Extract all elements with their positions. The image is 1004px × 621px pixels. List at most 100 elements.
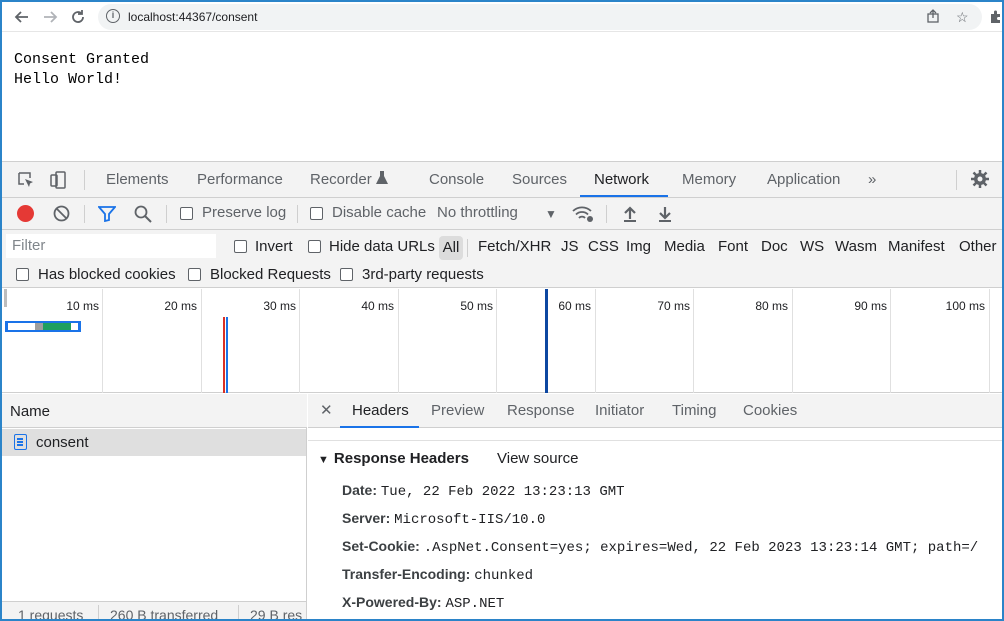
request-details: ✕ Headers Preview Response Initiator Tim… (308, 394, 1002, 619)
hide-data-urls-label: Hide data URLs (329, 238, 435, 255)
tick-label: 50 ms (460, 299, 493, 313)
tab-headers[interactable]: Headers (352, 402, 409, 419)
blocked-requests-checkbox[interactable] (188, 268, 201, 281)
tab-cookies[interactable]: Cookies (743, 402, 797, 419)
response-headers-section[interactable]: ▼ Response Headers (318, 450, 469, 467)
tab-initiator[interactable]: Initiator (595, 402, 644, 419)
grid-line (496, 289, 497, 393)
grid-line (398, 289, 399, 393)
header-value: Tue, 22 Feb 2022 13:23:13 GMT (380, 484, 625, 500)
header-row: Server: Microsoft-IIS/10.0 (342, 510, 545, 528)
request-bar (5, 321, 81, 332)
address-bar[interactable]: i localhost:44367/consent ☆ (98, 4, 982, 30)
tab-response[interactable]: Response (507, 402, 575, 419)
tick-label: 60 ms (558, 299, 591, 313)
chevron-down-icon[interactable]: ▼ (545, 207, 557, 221)
inspect-element-icon[interactable] (16, 170, 36, 190)
filter-type-ws[interactable]: WS (800, 238, 824, 255)
header-name: Server: (342, 510, 391, 526)
tick-label: 20 ms (164, 299, 197, 313)
filter-type-other[interactable]: Other (959, 238, 997, 255)
third-party-checkbox[interactable] (340, 268, 353, 281)
reload-icon[interactable] (68, 7, 88, 27)
tab-sources[interactable]: Sources (512, 171, 567, 188)
import-har-upload-icon[interactable] (623, 205, 637, 228)
tick-label: 100 ms (945, 299, 985, 313)
devtools-panel: Elements Performance Recorder Console So… (2, 161, 1002, 621)
divider (606, 205, 607, 223)
filter-type-wasm[interactable]: Wasm (835, 238, 877, 255)
divider (84, 170, 85, 190)
filter-type-all[interactable]: All (439, 236, 463, 260)
extensions-puzzle-icon[interactable] (986, 7, 1002, 27)
filter-input[interactable]: Filter (6, 234, 216, 258)
search-icon[interactable] (134, 205, 152, 228)
name-column-header[interactable]: Name (2, 394, 307, 428)
tab-console[interactable]: Console (429, 171, 484, 188)
timeline-cursor[interactable] (545, 289, 548, 393)
filter-type-css[interactable]: CSS (588, 238, 619, 255)
filter-type-img[interactable]: Img (626, 238, 651, 255)
clear-icon[interactable] (53, 205, 70, 227)
request-count: 1 requests (18, 607, 84, 621)
record-icon[interactable] (17, 205, 34, 222)
grid-line (890, 289, 891, 393)
request-list: Name consent 1 requests 260 B transferre… (2, 394, 307, 621)
view-source-link[interactable]: View source (497, 450, 578, 467)
throttling-select[interactable]: No throttling (437, 204, 518, 221)
info-icon[interactable]: i (106, 9, 120, 23)
load-event-line (223, 317, 225, 393)
header-name: Set-Cookie: (342, 538, 420, 554)
triangle-down-icon: ▼ (318, 454, 329, 466)
hide-data-urls-checkbox[interactable] (308, 240, 321, 253)
divider (956, 170, 957, 190)
filter-type-js[interactable]: JS (561, 238, 579, 255)
device-toolbar-icon[interactable] (48, 170, 68, 190)
network-overview-timeline[interactable]: 10 ms 20 ms 30 ms 40 ms 50 ms 60 ms 70 m… (2, 289, 1002, 393)
filter-type-doc[interactable]: Doc (761, 238, 788, 255)
tab-elements[interactable]: Elements (106, 171, 169, 188)
overview-handle[interactable] (4, 289, 7, 307)
invert-checkbox[interactable] (234, 240, 247, 253)
filter-funnel-icon[interactable] (97, 206, 117, 227)
filter-type-font[interactable]: Font (718, 238, 748, 255)
tab-recorder[interactable]: Recorder (310, 171, 372, 188)
tick-label: 70 ms (657, 299, 690, 313)
tab-preview[interactable]: Preview (431, 402, 484, 419)
settings-gear-icon[interactable] (970, 169, 990, 189)
filter-type-media[interactable]: Media (664, 238, 705, 255)
name-column-label: Name (10, 403, 51, 420)
blocked-requests-label: Blocked Requests (210, 266, 331, 283)
back-arrow-icon[interactable] (12, 7, 32, 27)
has-blocked-cookies-checkbox[interactable] (16, 268, 29, 281)
tab-network[interactable]: Network (594, 171, 649, 188)
screenshot-frame: i localhost:44367/consent ☆ Consent Gran… (0, 0, 1004, 621)
export-har-download-icon[interactable] (658, 205, 672, 228)
tab-memory[interactable]: Memory (682, 171, 736, 188)
filter-type-fetch-xhr[interactable]: Fetch/XHR (478, 238, 551, 255)
tab-timing[interactable]: Timing (672, 402, 716, 419)
grid-line (299, 289, 300, 393)
bookmark-star-icon[interactable]: ☆ (956, 9, 969, 26)
share-icon[interactable] (926, 9, 940, 26)
invert-label: Invert (255, 238, 293, 255)
devtools-tab-bar: Elements Performance Recorder Console So… (2, 162, 1002, 198)
filter-bar: Filter Invert Hide data URLs All Fetch/X… (2, 230, 1002, 288)
close-icon[interactable]: ✕ (320, 401, 333, 419)
filter-type-manifest[interactable]: Manifest (888, 238, 945, 255)
preserve-log-checkbox[interactable] (180, 207, 193, 220)
disable-cache-checkbox[interactable] (310, 207, 323, 220)
url-text: localhost:44367/consent (128, 10, 258, 24)
flask-icon (376, 171, 388, 189)
header-name: Transfer-Encoding: (342, 566, 471, 582)
divider (297, 205, 298, 223)
tab-performance[interactable]: Performance (197, 171, 283, 188)
status-bar: 1 requests 260 B transferred 29 B res (2, 601, 306, 621)
forward-arrow-icon[interactable] (40, 7, 60, 27)
response-headers-title: Response Headers (333, 450, 469, 467)
network-conditions-wifi-icon[interactable] (572, 205, 594, 228)
header-name: Date: (342, 482, 378, 498)
table-row[interactable]: consent (2, 429, 306, 456)
more-tabs-chevron-icon[interactable]: » (868, 171, 876, 188)
tab-application[interactable]: Application (767, 171, 840, 188)
